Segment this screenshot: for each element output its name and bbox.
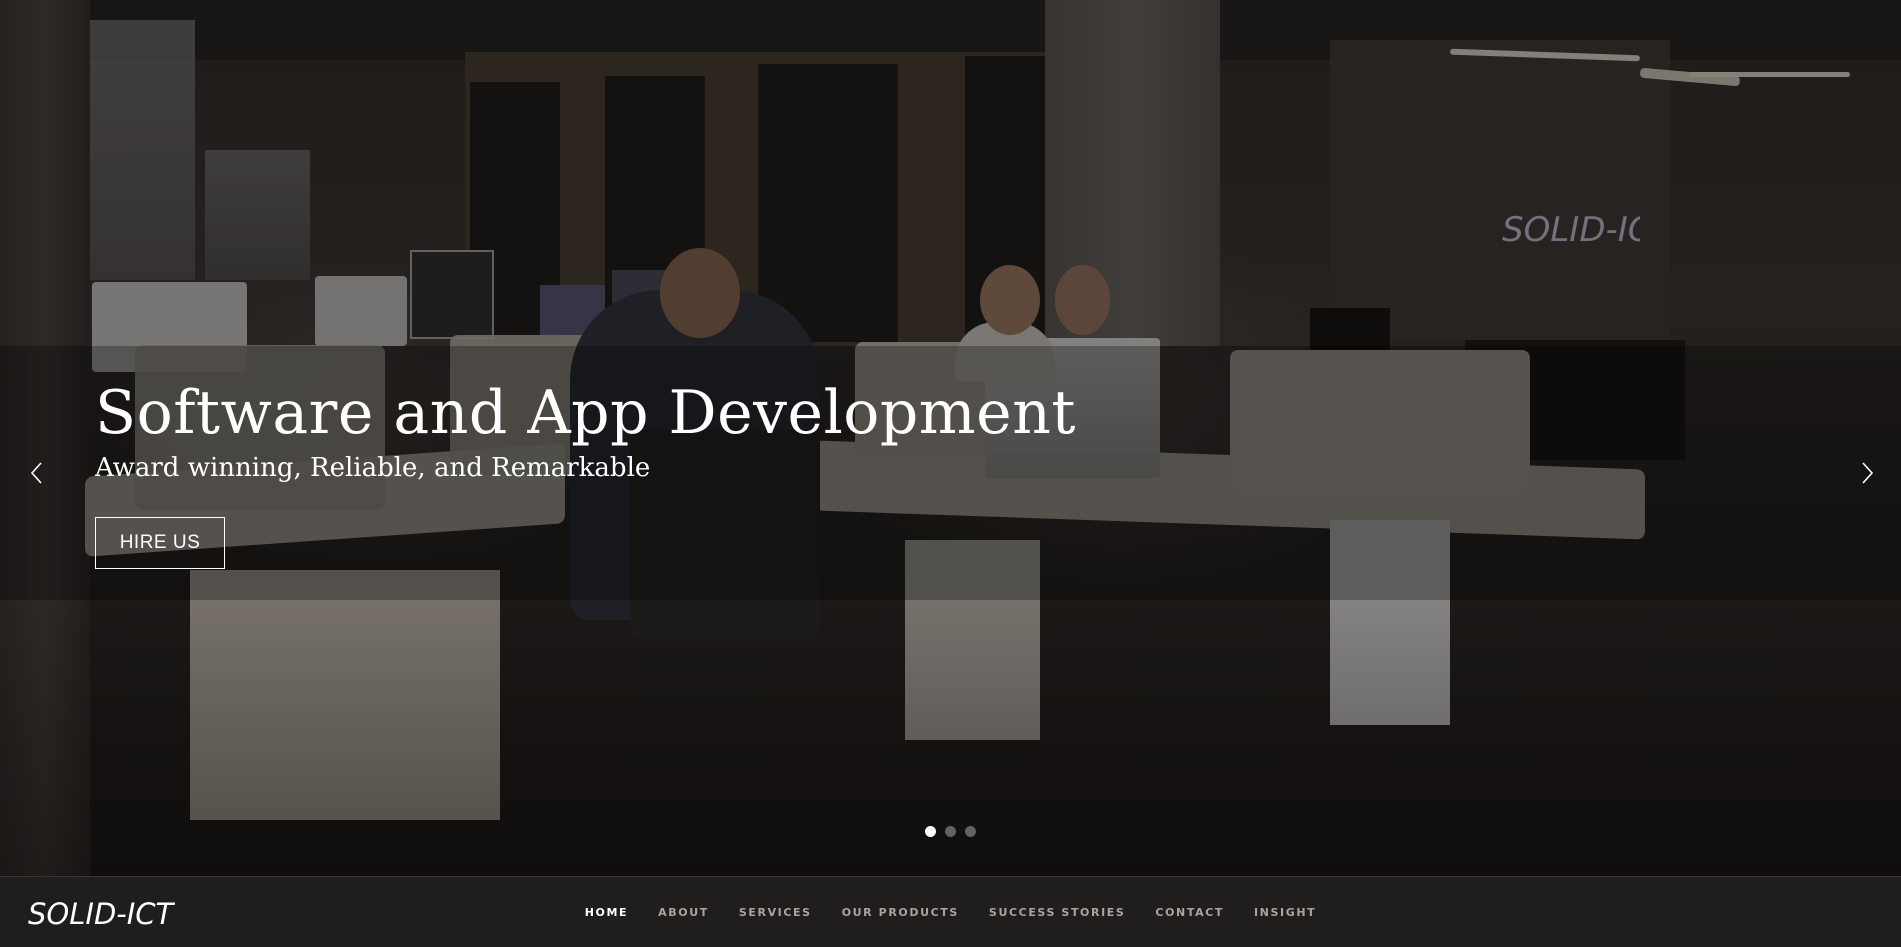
slider-prev-button[interactable] — [22, 455, 52, 491]
slider-dot-2[interactable] — [945, 826, 956, 837]
nav-item-success-stories[interactable]: SUCCESS STORIES — [989, 906, 1125, 919]
chevron-left-icon — [30, 462, 42, 484]
nav-item-home[interactable]: HOME — [585, 906, 628, 919]
slider-dot-1[interactable] — [925, 826, 936, 837]
slider-next-button[interactable] — [1852, 455, 1882, 491]
nav-item-contact[interactable]: CONTACT — [1155, 906, 1224, 919]
nav-item-our-products[interactable]: OUR PRODUCTS — [842, 906, 959, 919]
chevron-right-icon — [1862, 462, 1874, 484]
slider-dot-3[interactable] — [965, 826, 976, 837]
slide-subtitle: Award winning, Reliable, and Remarkable — [95, 453, 651, 483]
nav-item-about[interactable]: ABOUT — [658, 906, 709, 919]
main-navbar: SOLID-ICT HOME ABOUT SERVICES OUR PRODUC… — [0, 876, 1901, 946]
hire-us-button[interactable]: HIRE US — [95, 517, 225, 569]
slide-caption: Software and App Development Award winni… — [95, 380, 1076, 484]
nav-menu: HOME ABOUT SERVICES OUR PRODUCTS SUCCESS… — [0, 877, 1901, 947]
nav-item-insight[interactable]: INSIGHT — [1254, 906, 1316, 919]
nav-item-services[interactable]: SERVICES — [739, 906, 812, 919]
slider-pagination — [925, 826, 976, 837]
slide-title: Software and App Development — [95, 378, 1076, 448]
hero-slider: SOLID-ICT — [0, 0, 1901, 876]
